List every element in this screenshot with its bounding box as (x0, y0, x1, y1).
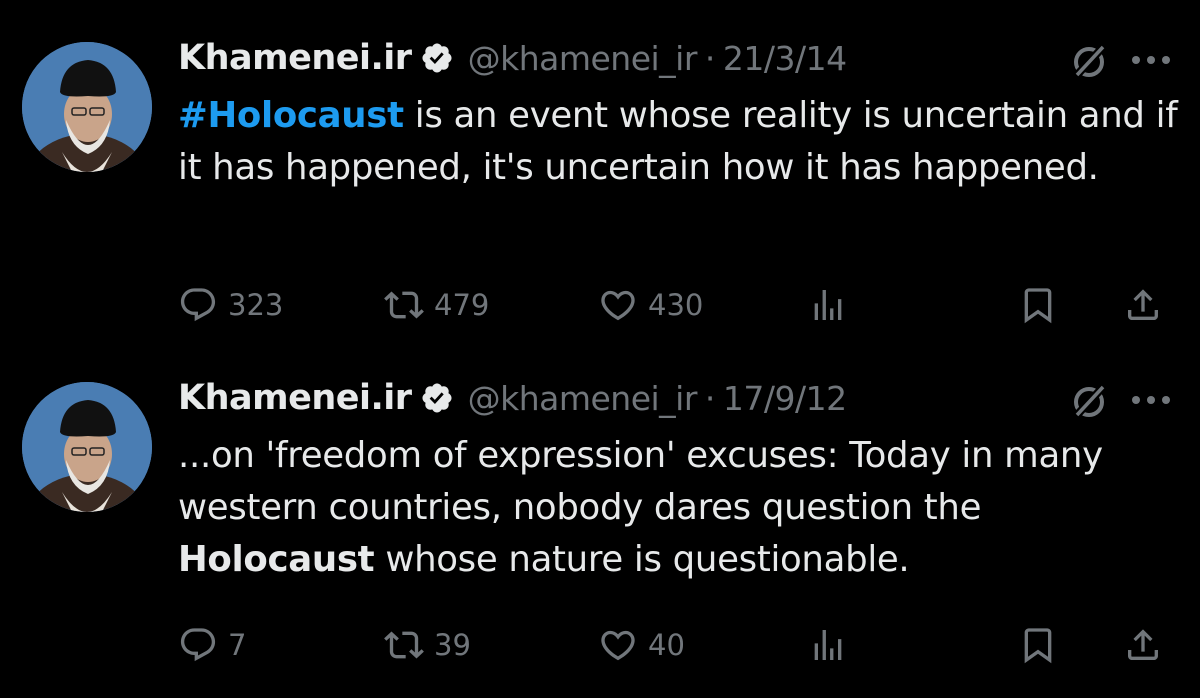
share-button[interactable] (1123, 620, 1163, 670)
retweet-button[interactable]: 479 (384, 280, 489, 330)
retweet-count: 479 (434, 288, 490, 322)
share-icon (1128, 289, 1158, 320)
tweet-header: Khamenei.ir @khamenei_ir · 17/9/12 (178, 374, 847, 422)
bookmark-icon (1024, 288, 1052, 324)
heart-icon (601, 290, 635, 321)
separator-dot: · (704, 38, 716, 78)
verified-badge-icon (420, 41, 454, 75)
like-button[interactable]: 430 (598, 280, 703, 330)
retweet-icon (384, 631, 424, 659)
tweet[interactable]: Khamenei.ir @khamenei_ir · 17/9/12 ...on… (0, 340, 1200, 689)
avatar[interactable] (22, 382, 152, 512)
like-count: 40 (648, 628, 685, 662)
retweet-count: 39 (434, 628, 471, 662)
tweet-text-segment: whose nature is questionable. (374, 539, 910, 580)
views-button[interactable] (808, 620, 848, 670)
heart-icon (601, 630, 635, 661)
views-button[interactable] (808, 280, 848, 330)
retweet-icon (384, 291, 424, 319)
reply-count: 7 (228, 628, 247, 662)
reply-button[interactable]: 323 (178, 280, 283, 330)
timestamp[interactable]: 17/9/12 (723, 379, 847, 418)
hashtag-link[interactable]: #Holocaust (178, 95, 404, 136)
timestamp[interactable]: 21/3/14 (723, 39, 847, 78)
separator-dot: · (704, 378, 716, 418)
tweet-text: ...on 'freedom of expression' excuses: T… (178, 430, 1178, 586)
reply-count: 323 (228, 288, 284, 322)
handle[interactable]: @khamenei_ir (468, 379, 698, 418)
views-icon (814, 290, 842, 320)
share-icon (1128, 629, 1158, 660)
tweet-header: Khamenei.ir @khamenei_ir · 21/3/14 (178, 34, 847, 82)
like-button[interactable]: 40 (598, 620, 685, 670)
reply-icon (180, 628, 216, 662)
handle[interactable]: @khamenei_ir (468, 39, 698, 78)
display-name[interactable]: Khamenei.ir (178, 378, 412, 418)
bookmark-icon (1024, 628, 1052, 664)
share-button[interactable] (1123, 280, 1163, 330)
bookmark-button[interactable] (1018, 620, 1058, 670)
bold-keyword: Holocaust (178, 539, 375, 580)
reply-button[interactable]: 7 (178, 620, 246, 670)
views-icon (814, 630, 842, 660)
tweet-text: #Holocaust is an event whose reality is … (178, 90, 1178, 194)
tweet-text-segment: ...on 'freedom of expression' excuses: T… (178, 435, 1103, 528)
tweet-actions: 7 39 40 (178, 620, 1178, 670)
grok-icon[interactable] (1068, 40, 1110, 82)
avatar[interactable] (22, 42, 152, 172)
tweet-actions: 323 479 430 (178, 280, 1178, 330)
like-count: 430 (648, 288, 704, 322)
tweet[interactable]: Khamenei.ir @khamenei_ir · 21/3/14 #Holo… (0, 0, 1200, 349)
bookmark-button[interactable] (1018, 280, 1058, 330)
more-dots-icon[interactable] (1128, 392, 1174, 408)
retweet-button[interactable]: 39 (384, 620, 471, 670)
display-name[interactable]: Khamenei.ir (178, 38, 412, 78)
grok-icon[interactable] (1068, 380, 1110, 422)
more-dots-icon[interactable] (1128, 52, 1174, 68)
verified-badge-icon (420, 381, 454, 415)
reply-icon (180, 288, 216, 322)
